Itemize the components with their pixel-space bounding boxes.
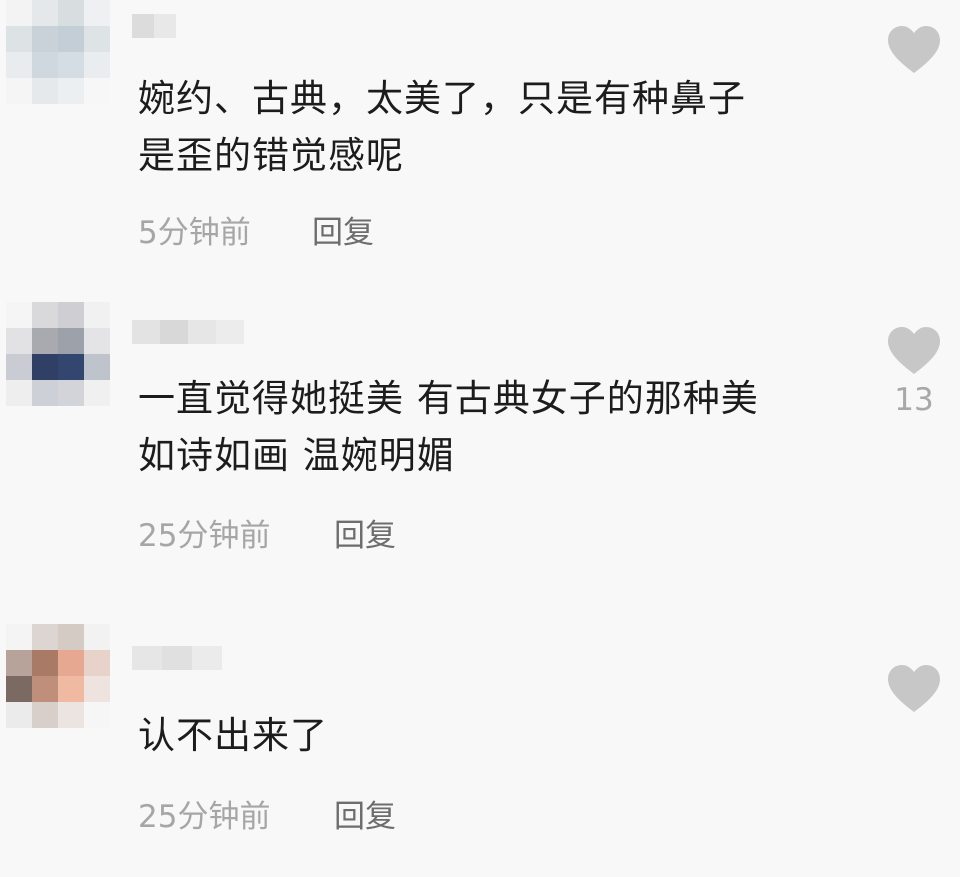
- username[interactable]: [132, 646, 222, 670]
- username[interactable]: [132, 14, 176, 38]
- comment-text-line: 如诗如画 温婉明媚: [138, 434, 455, 477]
- reply-button[interactable]: 回复: [312, 207, 374, 252]
- like-count: 13: [894, 382, 934, 418]
- heart-icon[interactable]: [886, 664, 942, 714]
- comment-text-line: 是歪的错觉感呢: [138, 134, 404, 177]
- avatar[interactable]: [6, 0, 110, 104]
- comment-text-line: 婉约、古典，太美了，只是有种鼻子: [138, 77, 746, 120]
- avatar[interactable]: [6, 302, 110, 406]
- heart-icon[interactable]: [886, 326, 942, 376]
- comment-text: 婉约、古典，太美了，只是有种鼻子 是歪的错觉感呢: [138, 70, 838, 184]
- comment-text: 认不出来了: [138, 707, 838, 764]
- comment-text-line: 认不出来了: [138, 714, 328, 757]
- comment-text: 一直觉得她挺美 有古典女子的那种美 如诗如画 温婉明媚: [138, 370, 838, 484]
- comment-timestamp: 25分钟前: [138, 518, 271, 554]
- heart-icon[interactable]: [886, 25, 942, 75]
- comment-timestamp: 5分钟前: [138, 215, 251, 251]
- username[interactable]: [132, 320, 244, 344]
- comment-timestamp: 25分钟前: [138, 799, 271, 835]
- reply-button[interactable]: 回复: [334, 791, 396, 836]
- reply-button[interactable]: 回复: [334, 510, 396, 555]
- comment-text-line: 一直觉得她挺美 有古典女子的那种美: [138, 377, 759, 420]
- avatar[interactable]: [6, 624, 110, 728]
